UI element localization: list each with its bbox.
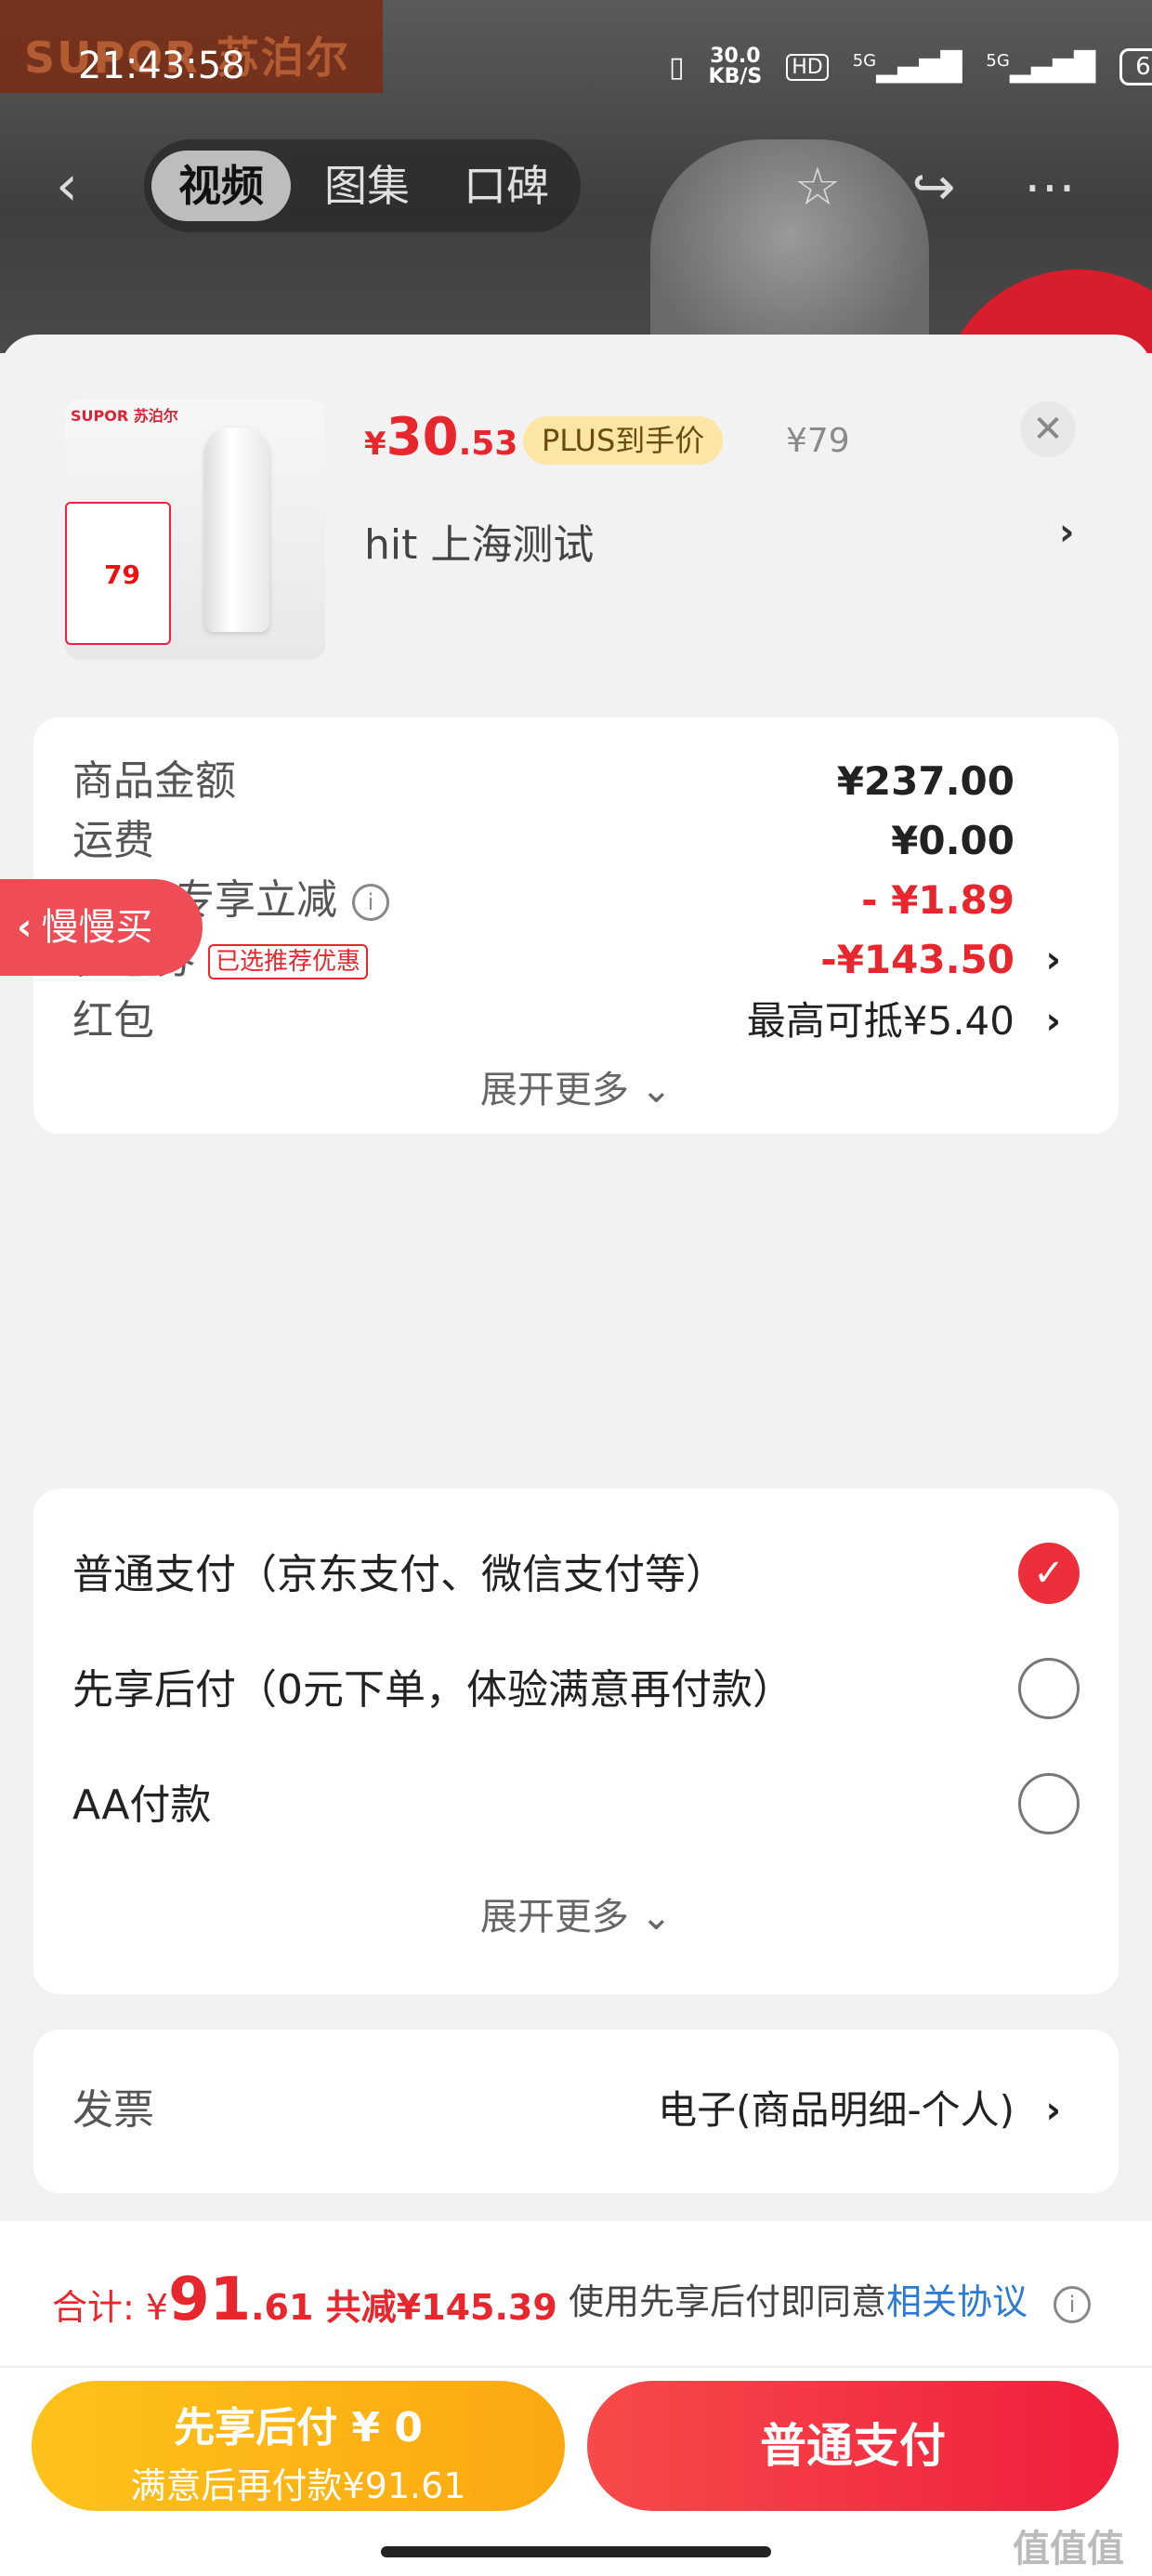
chevron-right-icon[interactable]: ›	[1046, 927, 1061, 992]
thumb-logo: SUPOR 苏泊尔	[71, 407, 178, 425]
invoice-card[interactable]: 发票 电子(商品明细-个人) ›	[33, 2030, 1119, 2193]
order-total: 合计: ¥91.61 共减¥145.39	[52, 2266, 557, 2334]
invoice-row[interactable]: 发票 电子(商品明细-个人) ›	[72, 2078, 1080, 2143]
slow-buy-tab[interactable]: ‹ 慢慢买	[0, 879, 203, 976]
pay-option-label: 普通支付（京东支付、微信支付等）	[72, 1551, 727, 1598]
tab-video[interactable]: 视频	[151, 151, 291, 221]
product-thumbnail: SUPOR 苏泊尔 79	[65, 400, 325, 660]
battery-icon: 64	[1119, 48, 1152, 85]
slow-buy-label: 慢慢买	[41, 906, 153, 949]
share-icon[interactable]: ↪	[906, 160, 962, 216]
network-speed: 30.0 KB/S	[708, 45, 763, 88]
status-time: 21:43:58	[78, 45, 245, 87]
amount-row-plus-discount: PLUS专享立减 i - ¥1.89	[72, 868, 1080, 933]
pay-later-subtitle: 满意后再付款¥91.61	[130, 2465, 466, 2506]
watermark: 值值值	[1013, 2528, 1124, 2570]
vibrate-icon: ▯	[669, 50, 685, 84]
pay-later-title: 先享后付 ¥ 0	[174, 2404, 423, 2451]
signal-icon-2: 5G▂▄▆█	[986, 50, 1096, 84]
checkmark-icon[interactable]: ✓	[1018, 1543, 1080, 1604]
expand-label: 展开更多	[479, 1896, 629, 1939]
agreement-link[interactable]: 相关协议	[886, 2281, 1028, 2322]
invoice-value: 电子(商品明细-个人)	[658, 2087, 1015, 2133]
chevron-left-icon: ‹	[17, 906, 33, 949]
pay-option-label: AA付款	[72, 1781, 212, 1829]
tab-reviews[interactable]: 口碑	[441, 151, 571, 221]
pay-option-later[interactable]: 先享后付（0元下单，体验满意再付款）	[72, 1658, 1080, 1727]
media-tabs: 视频 图集 口碑	[144, 139, 581, 232]
info-icon[interactable]: i	[352, 884, 389, 921]
status-icons: ▯ 30.0KB/S HD 5G▂▄▆█ 5G▂▄▆█ 64	[669, 46, 1152, 87]
amount-row-goods: 商品金额 ¥237.00	[72, 749, 1080, 814]
checkout-bar: 合计: ¥91.61 共减¥145.39 使用先享后付即同意相关协议 i 先享后…	[0, 2221, 1152, 2576]
amount-value: ¥0.00	[891, 818, 1015, 863]
chevron-right-icon[interactable]: ›	[1046, 989, 1061, 1054]
radio-unchecked-icon[interactable]	[1018, 1773, 1080, 1834]
amount-row-redpacket[interactable]: 红包 最高可抵¥5.40 ›	[72, 989, 1080, 1054]
radio-unchecked-icon[interactable]	[1018, 1658, 1080, 1719]
amount-row-coupon[interactable]: 优惠券已选推荐优惠 -¥143.50 ›	[72, 927, 1080, 992]
payment-card: 普通支付（京东支付、微信支付等） ✓ 先享后付（0元下单，体验满意再付款） AA…	[33, 1489, 1119, 1994]
total-decimal: .61	[251, 2287, 314, 2328]
agree-prefix: 使用先享后付即同意	[569, 2281, 887, 2322]
amount-value: -¥143.50	[820, 937, 1015, 982]
price-decimal: .53	[458, 425, 518, 463]
price-currency: ¥	[364, 426, 386, 463]
thumb-price: 79	[104, 559, 140, 590]
info-icon[interactable]: i	[1054, 2285, 1092, 2323]
pay-option-label: 先享后付（0元下单，体验满意再付款）	[72, 1666, 793, 1714]
chevron-right-icon[interactable]: ›	[1059, 511, 1074, 554]
amount-value: ¥237.00	[836, 758, 1015, 804]
chevron-down-icon: ⌄	[640, 1896, 673, 1939]
star-icon[interactable]: ☆	[790, 160, 845, 216]
total-saved: 共减¥145.39	[313, 2287, 557, 2328]
invoice-label: 发票	[72, 2086, 154, 2134]
chevron-down-icon: ⌄	[640, 1069, 673, 1111]
normal-pay-button[interactable]: 普通支付	[587, 2381, 1119, 2511]
total-integer: 91	[168, 2266, 252, 2334]
total-label: 合计: ¥	[52, 2287, 169, 2328]
product-spec[interactable]: hit 上海测试	[364, 511, 594, 571]
close-button[interactable]: ✕	[1020, 401, 1076, 457]
amount-value: 最高可抵¥5.40	[746, 998, 1015, 1044]
expand-more-amounts[interactable]: 展开更多 ⌄	[33, 1059, 1119, 1113]
pay-later-button[interactable]: 先享后付 ¥ 0 满意后再付款¥91.61	[32, 2381, 565, 2511]
home-indicator[interactable]	[381, 2546, 771, 2557]
status-bar: 21:43:58 ▯ 30.0KB/S HD 5G▂▄▆█ 5G▂▄▆█ 64	[0, 37, 1152, 102]
amount-row-shipping: 运费 ¥0.00	[72, 808, 1080, 874]
pay-option-aa[interactable]: AA付款	[72, 1773, 1080, 1842]
agreement-text: 使用先享后付即同意相关协议 i	[569, 2273, 1092, 2324]
back-arrow-icon[interactable]: ‹	[56, 158, 111, 214]
amount-label: 运费	[72, 817, 154, 864]
amount-value: - ¥1.89	[861, 877, 1015, 923]
amount-label: 商品金额	[72, 757, 236, 805]
pay-option-normal[interactable]: 普通支付（京东支付、微信支付等） ✓	[72, 1543, 1080, 1611]
expand-more-payment[interactable]: 展开更多 ⌄	[33, 1886, 1119, 1940]
amount-label: 红包	[72, 997, 154, 1045]
more-icon[interactable]: ⋯	[1022, 160, 1078, 216]
coupon-tag: 已选推荐优惠	[208, 944, 369, 979]
price-integer: 30	[386, 407, 459, 467]
thumb-promo-badge: 79	[65, 502, 171, 645]
top-nav: ‹ 视频 图集 口碑 ☆ ↪ ⋯	[0, 139, 1152, 232]
signal-icon: 5G▂▄▆█	[852, 50, 962, 84]
thumb-bottle	[204, 427, 269, 632]
product-price: ¥30.53	[364, 407, 517, 467]
plus-price-tag: PLUS到手价	[523, 416, 724, 465]
hd-icon: HD	[786, 53, 829, 81]
divider	[0, 2366, 1152, 2368]
original-price: ¥79	[786, 422, 850, 460]
expand-label: 展开更多	[479, 1069, 629, 1111]
tab-gallery[interactable]: 图集	[302, 151, 432, 221]
chevron-right-icon[interactable]: ›	[1046, 2078, 1061, 2143]
